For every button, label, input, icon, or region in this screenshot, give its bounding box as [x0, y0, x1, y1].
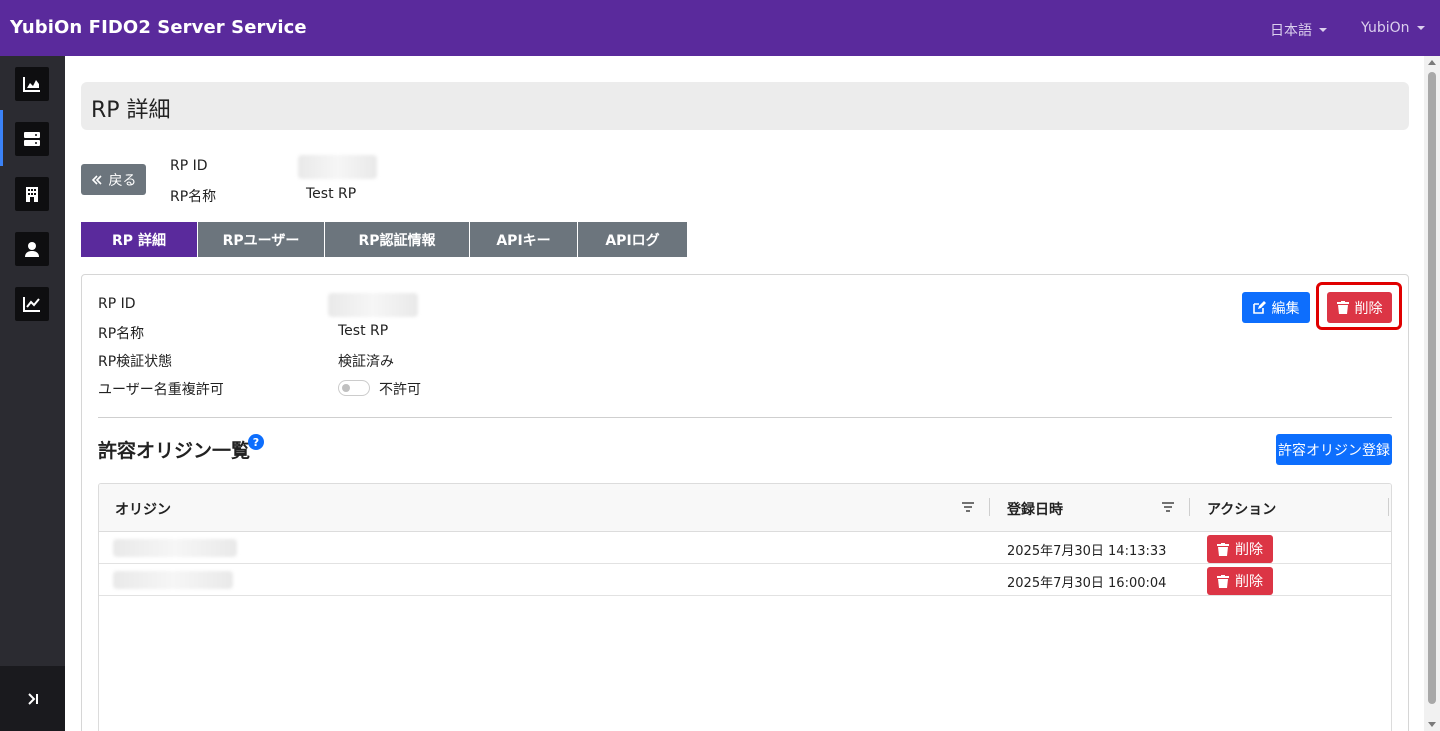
sidebar	[0, 56, 65, 731]
column-actions: アクション	[1207, 502, 1277, 518]
edit-label: 編集	[1271, 300, 1300, 317]
tab-rp-users[interactable]: RPユーザー	[198, 222, 325, 257]
line-chart-icon	[23, 297, 40, 312]
rp-name-value: Test RP	[306, 186, 357, 202]
sidebar-toggle-button[interactable]	[0, 666, 65, 731]
user-menu[interactable]: YubiOn	[1361, 20, 1425, 36]
trash-icon	[1336, 301, 1349, 314]
filter-icon[interactable]	[961, 501, 975, 513]
register-origin-button[interactable]: 許容オリジン登録	[1276, 434, 1392, 465]
area-chart-icon	[23, 77, 40, 92]
detail-rp-id-value-redacted	[328, 293, 418, 317]
sidebar-active-indicator	[0, 110, 3, 166]
edit-icon	[1252, 301, 1266, 314]
language-label: 日本語	[1270, 23, 1312, 39]
detail-rp-name-value: Test RP	[338, 323, 389, 339]
server-icon	[24, 132, 40, 146]
user-icon	[25, 242, 39, 257]
chevron-down-icon	[1319, 28, 1327, 32]
toggle-knob	[342, 384, 350, 392]
delete-origin-button[interactable]: 削除	[1207, 535, 1273, 563]
help-icon[interactable]: ?	[248, 434, 264, 450]
top-navbar: YubiOn FIDO2 Server Service 日本語 YubiOn	[0, 0, 1440, 56]
back-button[interactable]: 戻る	[81, 164, 146, 195]
detail-rp-name-label: RP名称	[98, 326, 145, 342]
scroll-down-icon[interactable]	[1428, 722, 1436, 727]
page-title: RP 詳細	[91, 98, 171, 123]
sidebar-expand-icon	[27, 692, 38, 705]
origins-title: 許容オリジン一覧	[98, 440, 251, 462]
tab-api-keys[interactable]: APIキー	[470, 222, 578, 257]
tab-rp-credentials[interactable]: RP認証情報	[325, 222, 470, 257]
trash-icon	[1217, 542, 1229, 556]
registered-at-cell: 2025年7月30日 14:13:33	[1007, 544, 1167, 559]
scroll-up-icon[interactable]	[1428, 60, 1436, 65]
sidebar-item-users[interactable]	[15, 232, 49, 266]
chevron-down-icon	[1416, 26, 1425, 30]
tab-api-logs[interactable]: APIログ	[578, 222, 687, 257]
rp-detail-card: RP ID RP名称 Test RP RP検証状態 検証済み ユーザー名重複許可…	[81, 274, 1409, 731]
column-separator[interactable]	[1388, 498, 1389, 516]
detail-rp-id-label: RP ID	[98, 296, 136, 312]
origins-table: オリジン 登録日時 アクション 2025年7月30日 14:13:33 削除 2…	[98, 483, 1392, 731]
sidebar-item-rp[interactable]	[15, 122, 49, 156]
origin-url-redacted	[113, 571, 233, 589]
column-separator[interactable]	[989, 498, 990, 516]
page-scrollbar[interactable]	[1424, 56, 1440, 731]
delete-label: 削除	[1235, 542, 1263, 558]
page-header: RP 詳細	[81, 82, 1409, 130]
column-separator[interactable]	[1189, 498, 1190, 516]
rp-name-label: RP名称	[170, 189, 217, 205]
table-row: 2025年7月30日 14:13:33 削除	[99, 532, 1391, 564]
language-menu[interactable]: 日本語	[1270, 20, 1327, 40]
table-header: オリジン 登録日時 アクション	[99, 484, 1391, 532]
building-icon	[26, 187, 38, 202]
user-label: YubiOn	[1361, 20, 1410, 36]
column-origin: オリジン	[115, 502, 171, 518]
origin-url-redacted	[113, 539, 237, 557]
duplicate-username-toggle[interactable]	[338, 380, 370, 396]
section-divider	[98, 417, 1392, 418]
sidebar-item-organization[interactable]	[15, 177, 49, 211]
sidebar-item-dashboard[interactable]	[15, 67, 49, 101]
rp-id-value-redacted	[298, 155, 377, 179]
registered-at-cell: 2025年7月30日 16:00:04	[1007, 576, 1167, 591]
trash-icon	[1217, 574, 1229, 588]
edit-button[interactable]: 編集	[1242, 292, 1310, 323]
detail-dup-label: ユーザー名重複許可	[98, 382, 224, 398]
tab-rp-detail[interactable]: RP 詳細	[81, 222, 198, 257]
detail-dup-value: 不許可	[379, 382, 421, 398]
delete-origin-button[interactable]: 削除	[1207, 567, 1273, 595]
detail-verify-label: RP検証状態	[98, 354, 173, 370]
back-label: 戻る	[108, 172, 137, 189]
sidebar-item-statistics[interactable]	[15, 287, 49, 321]
rp-tabs: RP 詳細 RPユーザー RP認証情報 APIキー APIログ	[81, 222, 687, 257]
detail-verify-value: 検証済み	[338, 354, 394, 370]
double-chevron-left-icon	[91, 174, 102, 185]
scroll-thumb[interactable]	[1428, 72, 1436, 704]
delete-label: 削除	[1354, 300, 1383, 317]
rp-id-label: RP ID	[170, 158, 208, 174]
table-row: 2025年7月30日 16:00:04 削除	[99, 564, 1391, 596]
app-title[interactable]: YubiOn FIDO2 Server Service	[10, 17, 307, 38]
filter-icon[interactable]	[1161, 501, 1175, 513]
column-registered-at: 登録日時	[1007, 502, 1063, 518]
delete-rp-button[interactable]: 削除	[1327, 292, 1392, 323]
delete-label: 削除	[1235, 574, 1263, 590]
